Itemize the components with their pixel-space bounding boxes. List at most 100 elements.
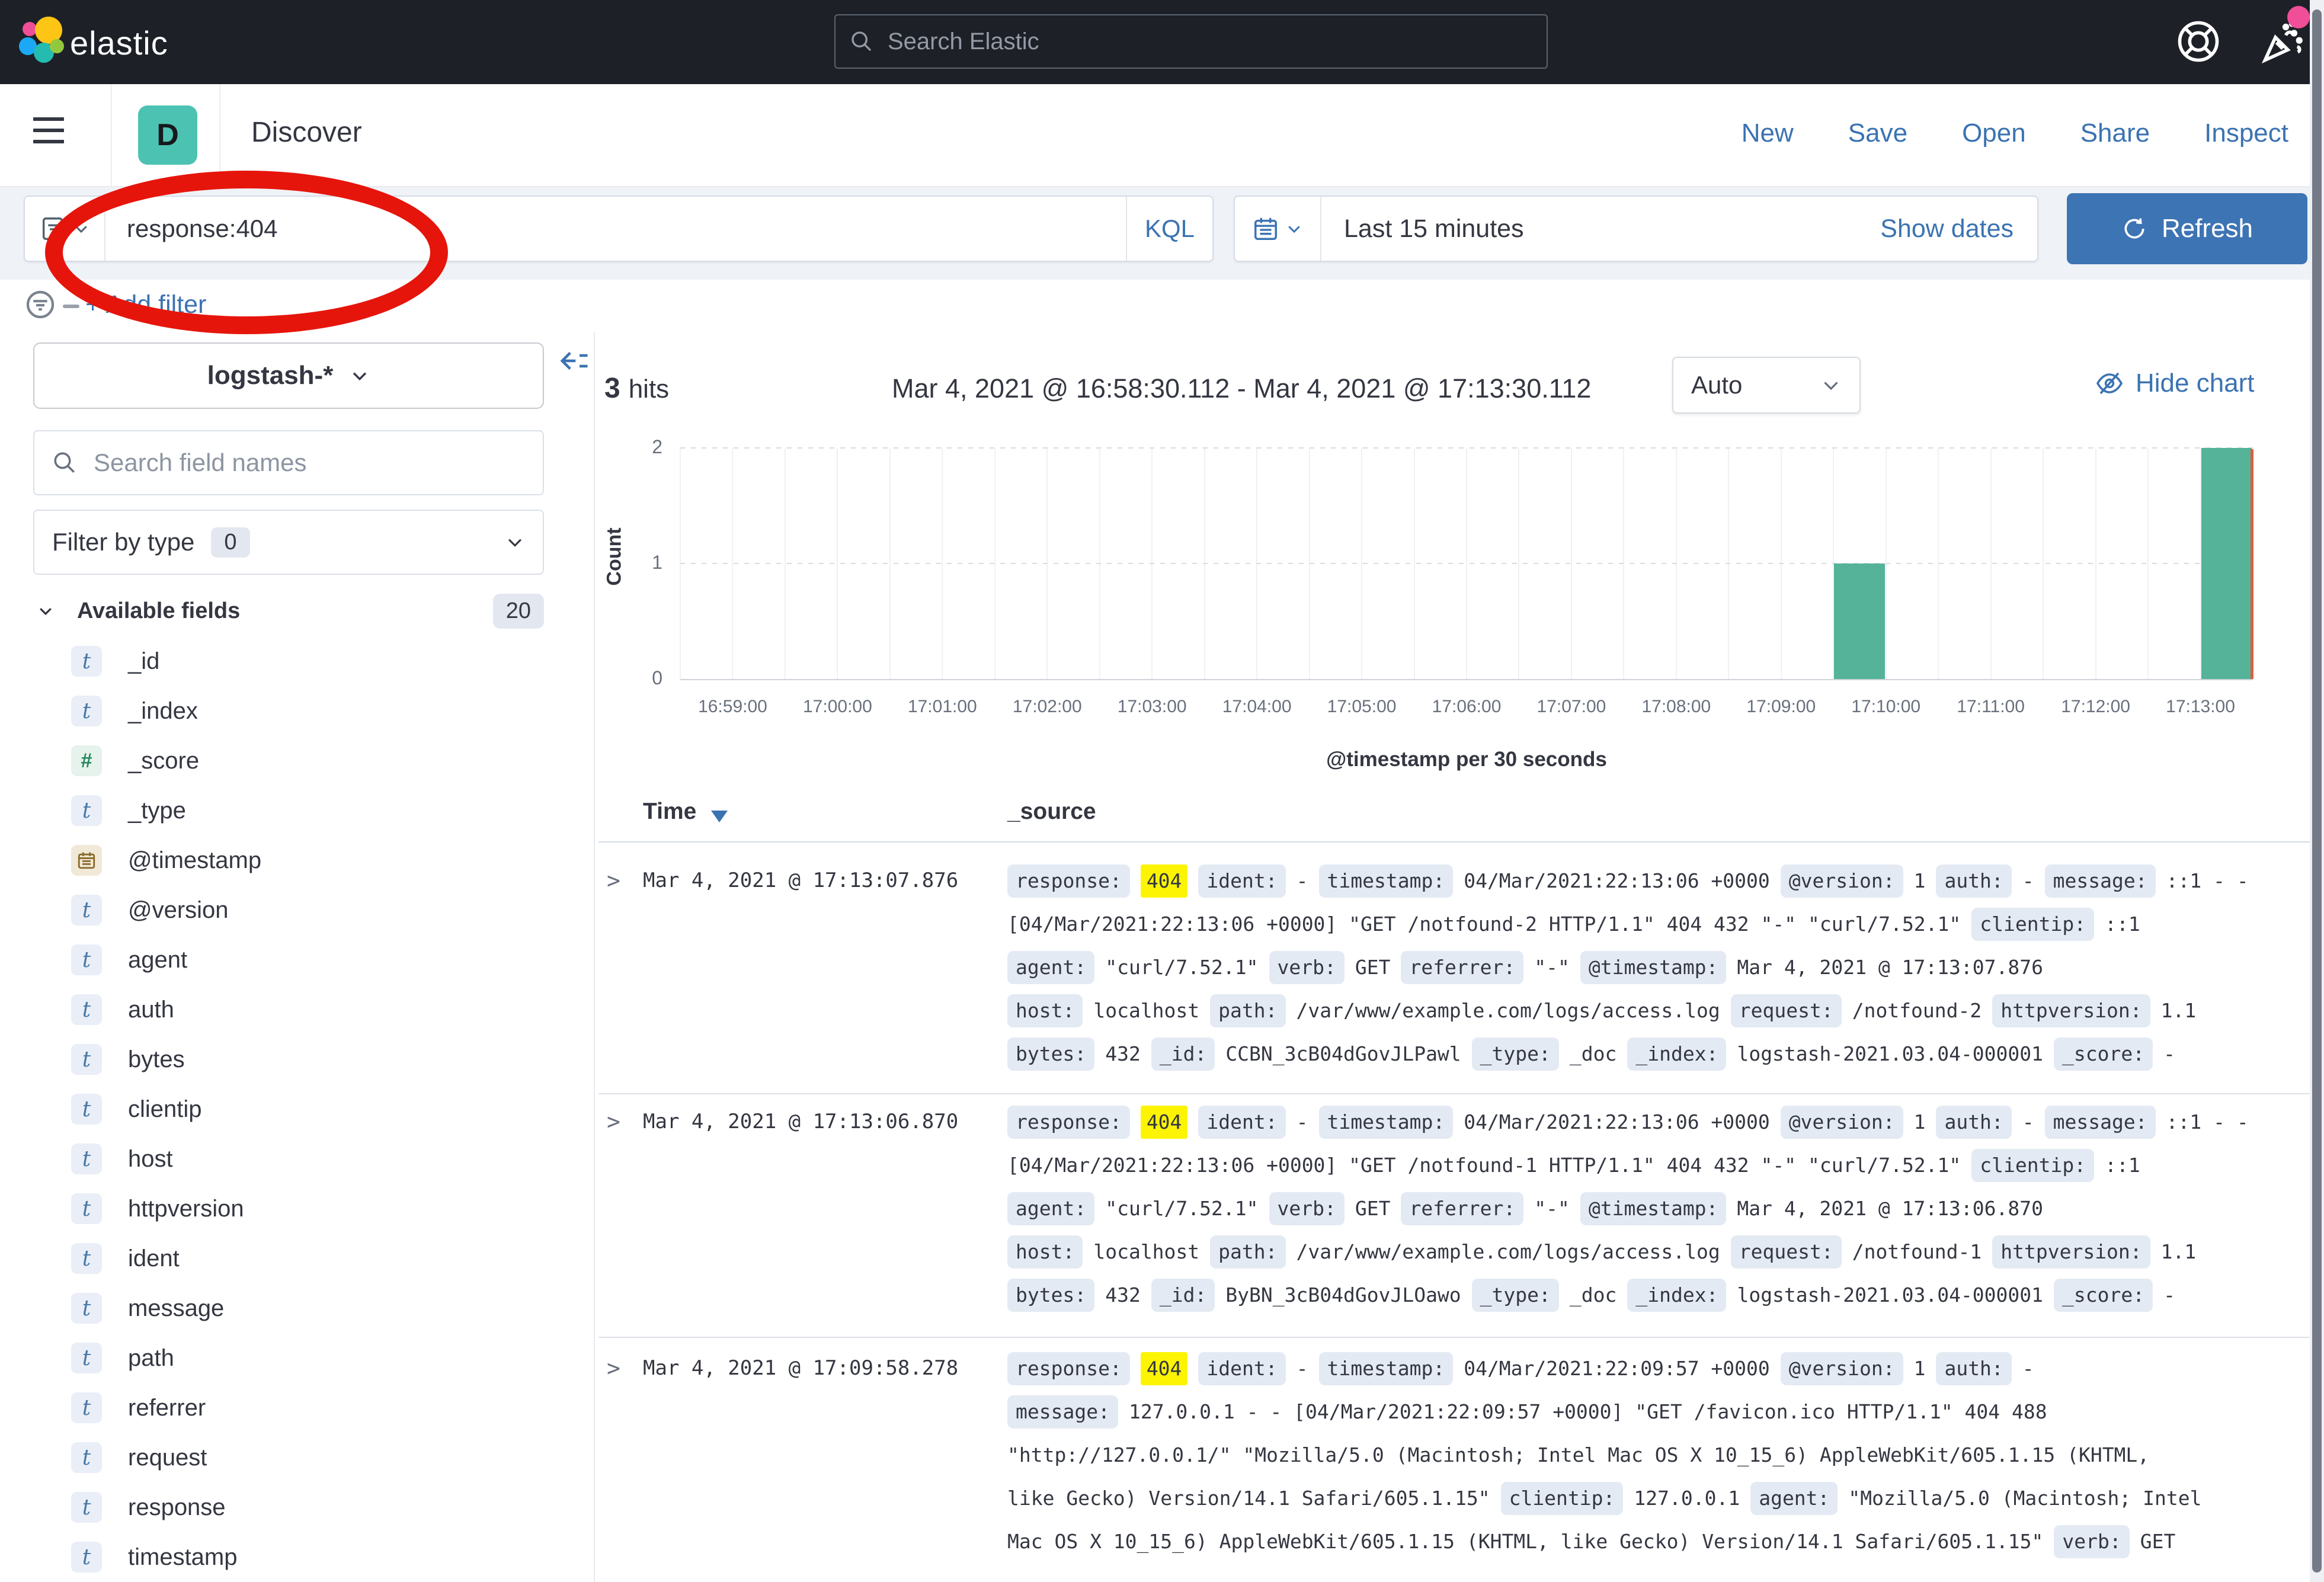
- field-chip: @version:: [1781, 1352, 1903, 1385]
- open-button[interactable]: Open: [1962, 119, 2026, 148]
- global-search-input[interactable]: Search Elastic: [834, 14, 1548, 69]
- field-item-type[interactable]: t_type: [33, 786, 566, 835]
- new-button[interactable]: New: [1742, 119, 1794, 148]
- field-item-version[interactable]: t@version: [33, 885, 566, 935]
- filter-by-type-select[interactable]: Filter by type 0: [33, 510, 544, 575]
- chevron-down-icon: [1285, 220, 1303, 238]
- field-value: Mar 4, 2021 @ 17:13:07.876: [1737, 956, 2043, 979]
- field-item-timestamp[interactable]: ttimestamp: [33, 1532, 566, 1582]
- interval-select[interactable]: Auto: [1672, 357, 1861, 414]
- field-item-ident[interactable]: tident: [33, 1234, 566, 1283]
- elastic-logo-icon[interactable]: [18, 15, 68, 65]
- available-fields-count-badge: 20: [493, 594, 544, 629]
- field-value: 1.1: [2161, 999, 2197, 1022]
- field-value: -: [1297, 869, 1308, 892]
- expand-row-icon[interactable]: >: [607, 1355, 620, 1381]
- field-name: _type: [128, 798, 186, 824]
- field-item-path[interactable]: tpath: [33, 1333, 566, 1383]
- hide-chart-button[interactable]: Hide chart: [2095, 369, 2255, 398]
- x-tick-label: 17:07:00: [1518, 697, 1625, 717]
- text-type-icon: t: [71, 1343, 102, 1373]
- date-picker-box[interactable]: Last 15 minutes Show dates: [1234, 196, 2038, 262]
- field-chip: auth:: [1936, 1352, 2011, 1385]
- query-input-box[interactable]: response:404 KQL: [24, 196, 1214, 262]
- field-chip: agent:: [1007, 1192, 1094, 1225]
- field-item-timestamp[interactable]: @timestamp: [33, 835, 566, 885]
- field-item-response[interactable]: tresponse: [33, 1482, 566, 1532]
- field-item-score[interactable]: #_score: [33, 736, 566, 786]
- field-search-input[interactable]: Search field names: [33, 430, 544, 495]
- text-type-icon: t: [71, 1542, 102, 1573]
- gridline-vertical: [2095, 448, 2096, 679]
- field-item-host[interactable]: thost: [33, 1134, 566, 1184]
- sort-desc-icon[interactable]: [711, 811, 728, 822]
- field-item-request[interactable]: trequest: [33, 1433, 566, 1482]
- field-item-httpversion[interactable]: thttpversion: [33, 1184, 566, 1234]
- field-value: -: [2022, 1110, 2034, 1133]
- scrollbar-thumb[interactable]: [2312, 9, 2322, 1573]
- share-button[interactable]: Share: [2080, 119, 2150, 148]
- field-name: path: [128, 1345, 174, 1372]
- field-item-referrer[interactable]: treferrer: [33, 1383, 566, 1433]
- field-chip: timestamp:: [1319, 1352, 1454, 1385]
- filter-doc-icon: [39, 215, 66, 242]
- field-chip: httpversion:: [1992, 994, 2150, 1027]
- field-chip: path:: [1210, 1235, 1285, 1269]
- save-button[interactable]: Save: [1848, 119, 1907, 148]
- field-value: GET: [1355, 1197, 1391, 1220]
- gridline-vertical: [1571, 448, 1572, 679]
- add-filter-button[interactable]: + Add filter: [85, 290, 206, 319]
- field-value: -: [2163, 1283, 2175, 1306]
- field-item-bytes[interactable]: tbytes: [33, 1035, 566, 1084]
- field-value: ::1 - -: [2166, 869, 2249, 892]
- saved-query-menu-button[interactable]: [25, 197, 105, 261]
- doc-source: response:404ident:-timestamp:04/Mar/2021…: [1007, 859, 2311, 1075]
- x-tick-label: 17:02:00: [994, 697, 1100, 717]
- field-name: clientip: [128, 1096, 202, 1123]
- field-item-clientip[interactable]: tclientip: [33, 1084, 566, 1134]
- refresh-label: Refresh: [2162, 214, 2253, 244]
- field-chip: response:: [1007, 1106, 1130, 1139]
- field-item-message[interactable]: tmessage: [33, 1283, 566, 1333]
- histogram-bar[interactable]: [1834, 563, 1884, 679]
- field-chip: _score:: [2054, 1037, 2153, 1071]
- refresh-button[interactable]: Refresh: [2067, 193, 2307, 264]
- menu-icon[interactable]: [33, 117, 64, 151]
- field-chip: message:: [2045, 864, 2156, 898]
- doc-timestamp: Mar 4, 2021 @ 17:13:06.870: [643, 1110, 958, 1133]
- date-quick-menu-button[interactable]: [1235, 197, 1321, 261]
- show-dates-link[interactable]: Show dates: [1880, 214, 2037, 244]
- gridline-horizontal: [680, 563, 2253, 564]
- time-range-value[interactable]: Last 15 minutes: [1321, 214, 1880, 244]
- field-chip: auth:: [1936, 1106, 2011, 1139]
- inspect-button[interactable]: Inspect: [2204, 119, 2288, 148]
- expand-row-icon[interactable]: >: [607, 1109, 620, 1135]
- text-type-icon: t: [71, 1243, 102, 1274]
- available-fields-header[interactable]: Available fields 20: [33, 590, 544, 632]
- query-language-button[interactable]: KQL: [1126, 197, 1212, 261]
- field-item-index[interactable]: t_index: [33, 686, 566, 736]
- filter-icon[interactable]: [24, 288, 57, 321]
- text-type-icon: t: [71, 696, 102, 726]
- field-name: auth: [128, 997, 174, 1023]
- histogram-bar[interactable]: [2201, 448, 2252, 679]
- field-value: ::1: [2105, 1154, 2140, 1177]
- query-input[interactable]: response:404: [105, 214, 1126, 243]
- expand-row-icon[interactable]: >: [607, 867, 620, 894]
- field-name: agent: [128, 947, 187, 973]
- field-item-id[interactable]: t_id: [33, 636, 566, 686]
- x-tick-label: 17:00:00: [784, 697, 891, 717]
- index-pattern-select[interactable]: logstash-*: [33, 342, 544, 409]
- gridline-vertical: [732, 448, 733, 679]
- column-header-time[interactable]: Time: [643, 799, 696, 825]
- field-item-agent[interactable]: tagent: [33, 935, 566, 985]
- gridline-vertical: [1361, 448, 1362, 679]
- field-chip: referrer:: [1401, 1192, 1523, 1225]
- help-icon[interactable]: [2173, 17, 2223, 66]
- app-badge[interactable]: D: [138, 105, 197, 165]
- doc-source: response:404ident:-timestamp:04/Mar/2021…: [1007, 1100, 2311, 1317]
- field-name: message: [128, 1295, 224, 1322]
- collapse-sidebar-icon[interactable]: [558, 345, 590, 377]
- field-value: [04/Mar/2021:22:13:06 +0000] "GET /notfo…: [1007, 1154, 1961, 1177]
- field-item-auth[interactable]: tauth: [33, 985, 566, 1035]
